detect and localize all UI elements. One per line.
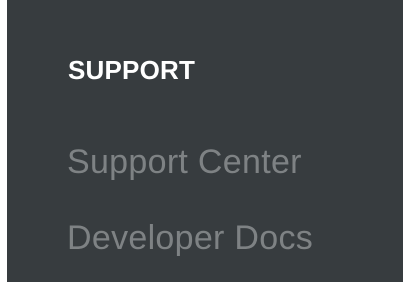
footer-support-section: SUPPORT Support Center Developer Docs <box>7 0 403 282</box>
developer-docs-link[interactable]: Developer Docs <box>67 216 313 260</box>
support-center-link[interactable]: Support Center <box>67 140 302 184</box>
support-heading: SUPPORT <box>68 55 196 85</box>
